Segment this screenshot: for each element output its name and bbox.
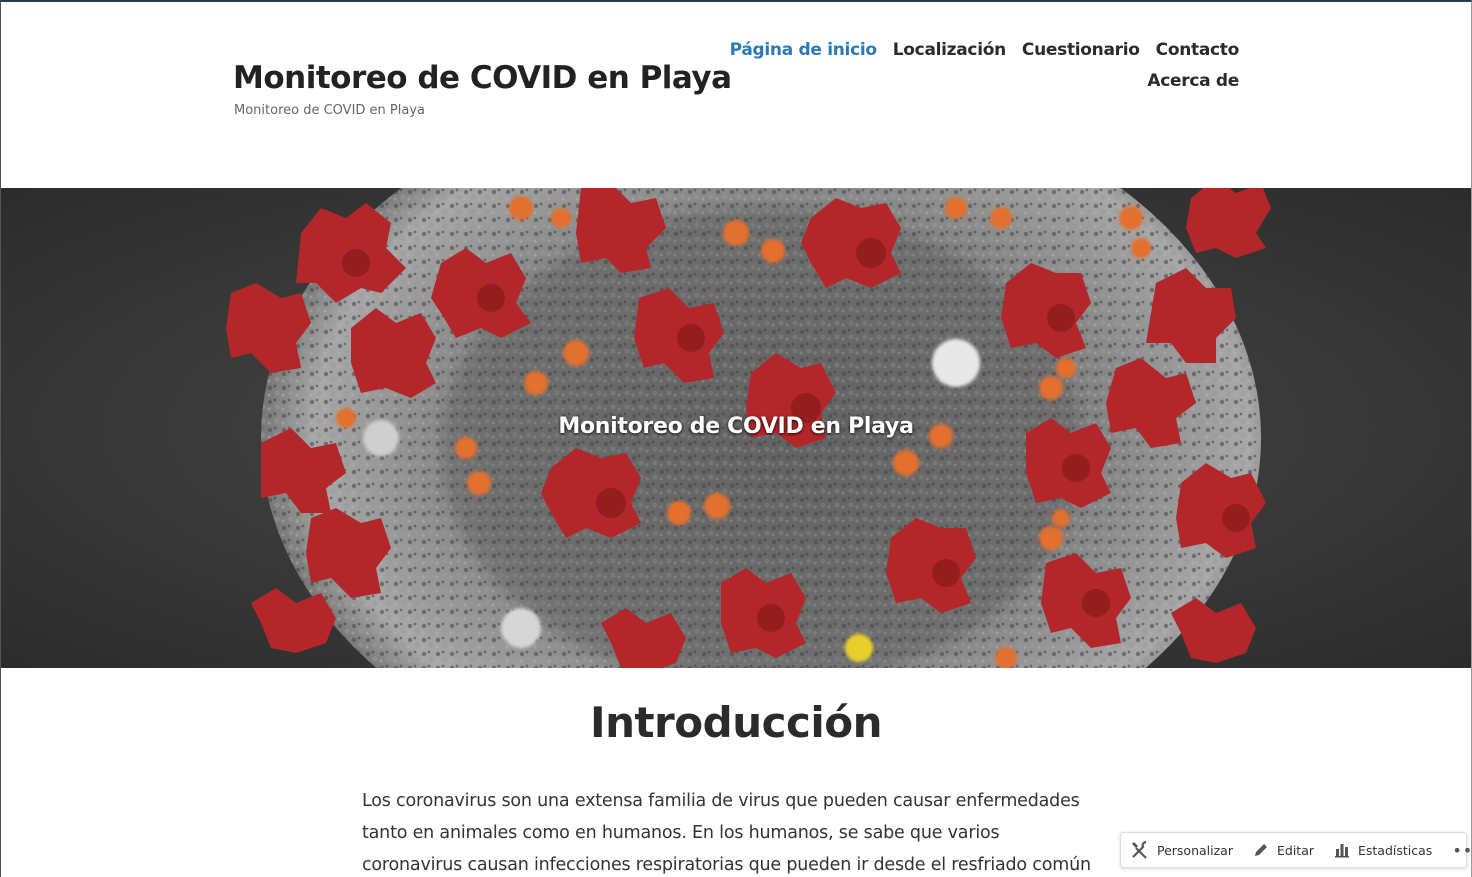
pencil-icon — [1254, 844, 1267, 856]
nav-item-cuestionario[interactable]: Cuestionario — [1022, 40, 1140, 71]
admin-action-bar: Personalizar Editar Estadísticas ••• — [1120, 832, 1471, 868]
site-title[interactable]: Monitoreo de COVID en Playa — [233, 60, 732, 96]
customize-button[interactable]: Personalizar — [1121, 833, 1243, 867]
hero-title: Monitoreo de COVID en Playa — [558, 414, 914, 439]
customize-label: Personalizar — [1157, 842, 1233, 858]
nav-item-contacto[interactable]: Contacto — [1156, 40, 1240, 71]
site-tagline: Monitoreo de COVID en Playa — [234, 103, 425, 118]
bar-chart-icon — [1335, 844, 1349, 858]
nav-row-2: Acerca de — [699, 71, 1239, 102]
main-navigation: Página de inicio Localización Cuestionar… — [699, 40, 1240, 102]
hero-banner: Monitoreo de COVID en Playa — [1, 188, 1471, 668]
nav-row-1: Página de inicio Localización Cuestionar… — [699, 40, 1240, 71]
more-options-button[interactable]: ••• — [1442, 841, 1471, 860]
browser-viewport: Monitoreo de COVID en Playa Monitoreo de… — [0, 0, 1472, 877]
tools-icon — [1132, 841, 1147, 859]
nav-item-inicio[interactable]: Página de inicio — [730, 40, 877, 71]
edit-label: Editar — [1276, 842, 1314, 858]
stats-label: Estadísticas — [1358, 842, 1433, 858]
stats-button[interactable]: Estadísticas — [1324, 833, 1442, 867]
nav-item-acerca-de[interactable]: Acerca de — [1147, 71, 1239, 102]
entry-title: Introducción — [589, 698, 883, 747]
site-header: Monitoreo de COVID en Playa Monitoreo de… — [1, 2, 1471, 188]
edit-button[interactable]: Editar — [1243, 833, 1324, 867]
nav-item-localizacion[interactable]: Localización — [893, 40, 1006, 71]
entry-paragraph: Los coronavirus son una extensa familia … — [362, 791, 1091, 875]
